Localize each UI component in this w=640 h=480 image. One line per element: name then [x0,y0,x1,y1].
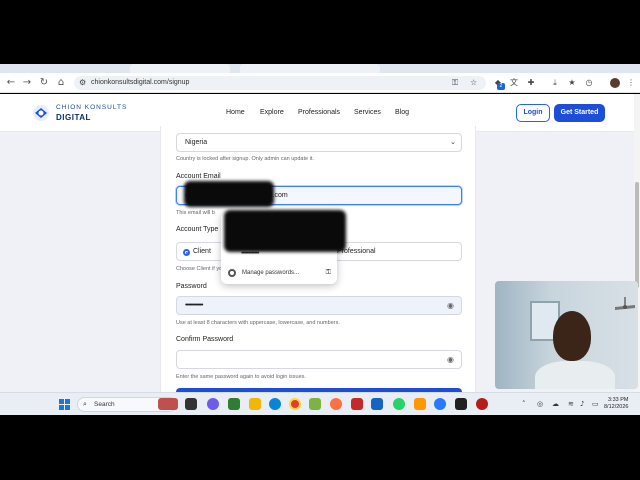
brand-subname: DIGITAL [56,113,91,122]
password-label: Password [176,283,207,290]
scrollbar-thumb[interactable] [635,182,639,288]
search-icon: ⌕ [83,400,87,408]
account-type-help: Choose Client if yo [176,266,223,272]
login-button[interactable]: Login [516,104,550,122]
whatsapp-icon[interactable] [393,398,405,410]
country-select[interactable]: Nigeria ⌄ [176,133,462,152]
chrome-icon[interactable] [289,398,301,410]
country-help: Country is locked after signup. Only adm… [176,156,314,162]
browser-tab-active[interactable] [240,64,380,73]
notepad-icon[interactable] [309,398,321,410]
redaction-mark [224,210,346,252]
back-icon[interactable]: ← [4,76,18,90]
firefox-icon[interactable] [330,398,342,410]
profile-avatar[interactable] [610,78,620,88]
nav-home[interactable]: Home [226,109,245,116]
terminal-icon[interactable] [455,398,467,410]
key-icon: ⚿ [325,268,331,276]
nav-explore[interactable]: Explore [260,109,284,116]
browser-toolbar: ← → ↻ ⌂ ⚙ chionkonsultsdigital.com/signu… [0,73,640,93]
eye-icon[interactable]: ◉ [447,297,454,314]
extensions-puzzle-icon[interactable]: ✚ [525,77,537,89]
bookmark-star-icon[interactable]: ☆ [470,77,477,89]
tray-app-icon[interactable]: ◎ [537,398,543,410]
get-started-button[interactable]: Get Started [554,104,605,122]
email-label: Account Email [176,173,221,180]
address-bar[interactable]: ⚙ chionkonsultsdigital.com/signup ⚿ ☆ [74,76,486,90]
taskbar: ⌕ Search ˄ ◎ ☁ ≋ ♪ ▭ 3:33 PM 8/12/2026 [0,392,640,415]
redaction-mark [184,181,274,207]
browser-tab-strip [0,64,640,73]
tray-cloud-icon[interactable]: ☁ [552,398,559,410]
browser-tab[interactable] [130,64,230,73]
radio-selected-icon [183,249,190,256]
filezilla-icon[interactable] [351,398,363,410]
vpn-icon[interactable] [371,398,383,410]
store-icon[interactable] [228,398,240,410]
home-icon[interactable]: ⌂ [54,76,68,90]
extension-badge: 2 [497,83,505,90]
bookmarks-icon[interactable]: ★ [566,77,578,89]
tray-chevron-icon[interactable]: ˄ [522,398,526,410]
translate-icon[interactable]: 文 [508,77,520,89]
vlc-icon[interactable] [414,398,426,410]
search-label: Search [94,401,115,408]
person-head [553,311,591,361]
brand-name: CHION KONSULTS [56,104,128,111]
url-text: chionkonsultsdigital.com/signup [91,79,190,86]
password-field[interactable]: •••••••••••• ◉ [176,296,462,315]
wifi-icon[interactable]: ≋ [568,398,574,410]
password-key-icon[interactable]: ⚿ [452,77,458,89]
nav-professionals[interactable]: Professionals [298,109,340,116]
ceiling-fan-icon [615,297,635,310]
manage-passwords-link[interactable]: Manage passwords... [242,270,299,276]
email-help: This email will b [176,210,215,216]
windows-start-icon[interactable] [59,399,71,411]
password-help: Use at least 8 characters with uppercase… [176,320,340,326]
history-icon[interactable]: ◷ [583,77,595,89]
forward-icon[interactable]: → [20,76,34,90]
confirm-password-field[interactable]: ◉ [176,350,462,369]
confirm-password-label: Confirm Password [176,336,234,343]
edge-icon[interactable] [269,398,281,410]
search-highlight-icon[interactable] [158,398,178,410]
file-explorer-icon[interactable] [249,398,261,410]
webcam-overlay [495,281,638,389]
screen: ← → ↻ ⌂ ⚙ chionkonsultsdigital.com/signu… [0,0,640,480]
account-type-label: Account Type [176,226,219,233]
recorder-icon[interactable] [476,398,488,410]
battery-icon[interactable]: ▭ [592,398,599,410]
copilot-icon[interactable] [207,398,219,410]
site-info-icon[interactable]: ⚙ [79,77,86,89]
confirm-password-help: Enter the same password again to avoid l… [176,374,306,380]
client-label: Client [193,248,211,255]
nav-services[interactable]: Services [354,109,381,116]
brand-logo-icon[interactable] [32,104,50,122]
country-value: Nigeria [185,139,208,146]
clock-date: 8/12/2026 [604,404,629,410]
nav-blog[interactable]: Blog [395,109,409,116]
person-body [535,361,615,389]
google-icon [228,269,236,277]
system-clock[interactable]: 3:33 PM 8/12/2026 [604,397,628,411]
password-value: •••••••••••• [185,302,203,309]
task-view-icon[interactable] [185,398,197,410]
volume-icon[interactable]: ♪ [580,398,584,410]
eye-icon[interactable]: ◉ [447,351,454,368]
reload-icon[interactable]: ↻ [37,76,51,90]
menu-kebab-icon[interactable]: ⋮ [625,77,637,89]
download-icon[interactable]: ⤓ [549,77,561,89]
app-icon[interactable] [434,398,446,410]
chevron-down-icon: ⌄ [450,138,456,146]
clock-time: 3:33 PM [607,397,629,403]
